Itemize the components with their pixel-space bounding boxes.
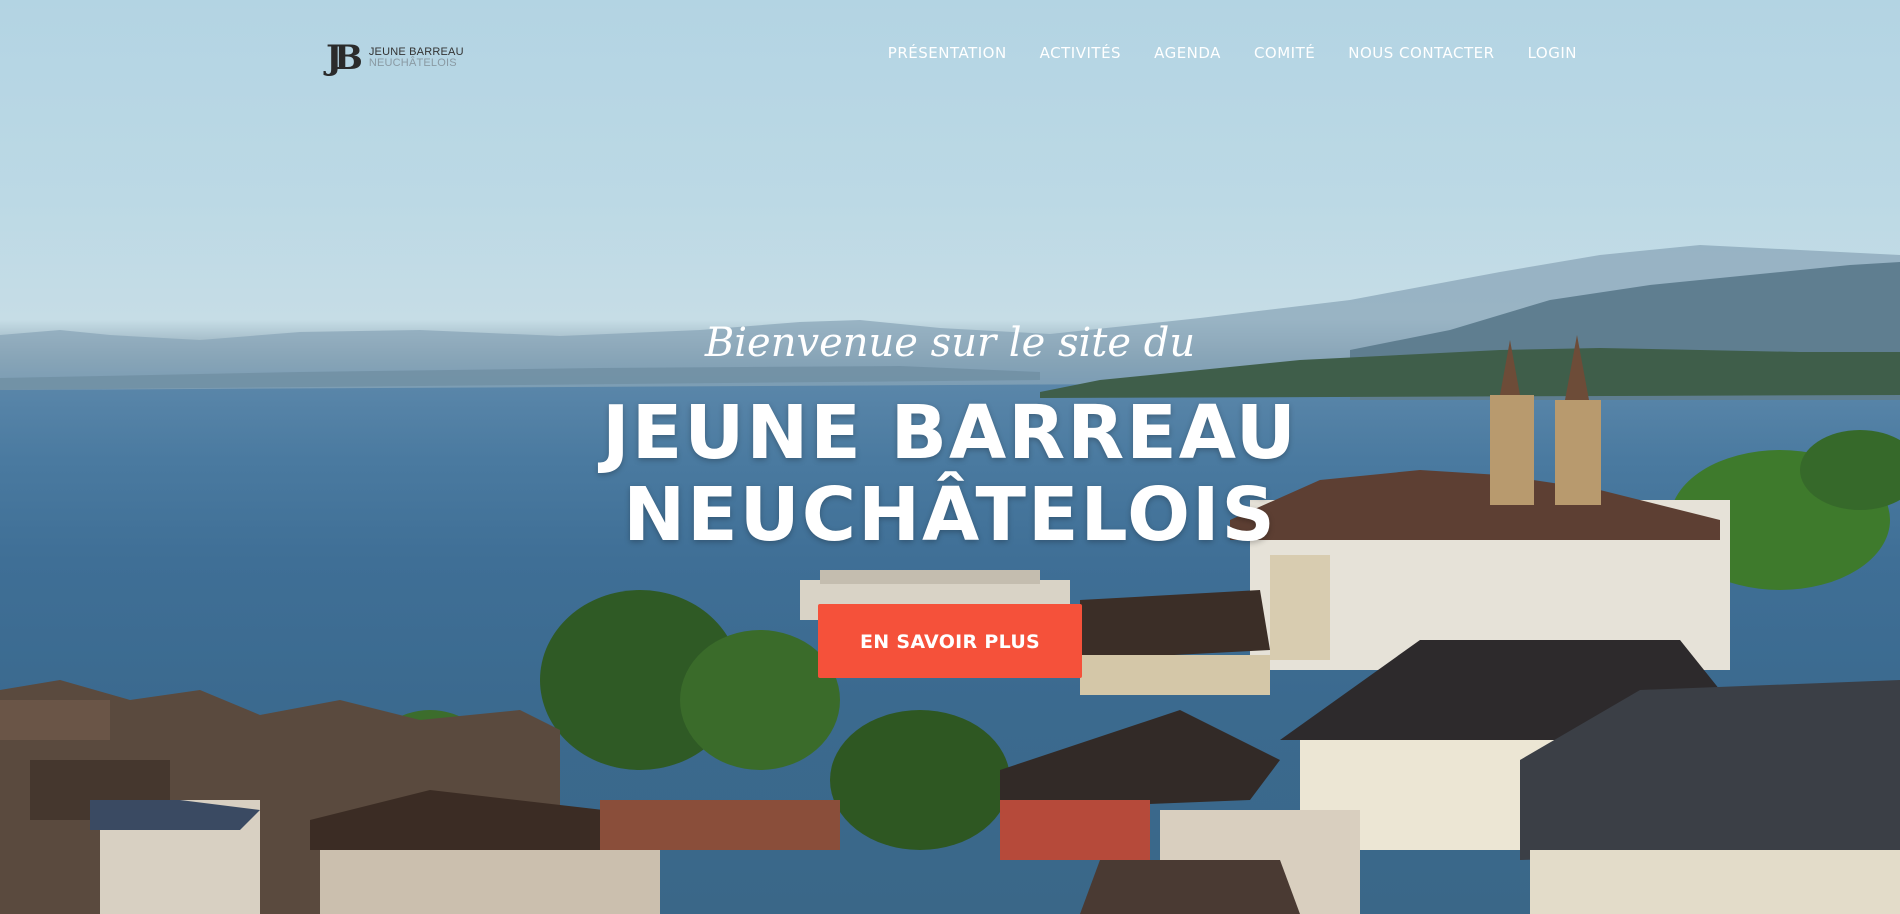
jb-monogram-icon: JB — [326, 38, 363, 78]
hero-content: Bienvenue sur le site du JEUNE BARREAU N… — [0, 320, 1900, 678]
hero-subtitle: Bienvenue sur le site du — [704, 320, 1196, 366]
menu-item-presentation[interactable]: PRÉSENTATION — [888, 44, 1007, 62]
logo-text: JEUNE BARREAU NEUCHÂTELOIS — [369, 47, 464, 69]
menu-item-login[interactable]: LOGIN — [1528, 44, 1577, 62]
en-savoir-plus-button[interactable]: EN SAVOIR PLUS — [818, 604, 1082, 678]
logo-line-2: NEUCHÂTELOIS — [368, 57, 457, 69]
hero-title-line-2: NEUCHÂTELOIS — [623, 472, 1277, 558]
menu-item-comite[interactable]: COMITÉ — [1254, 44, 1315, 62]
menu-item-agenda[interactable]: AGENDA — [1154, 44, 1221, 62]
site-logo[interactable]: JB JEUNE BARREAU NEUCHÂTELOIS — [326, 40, 464, 76]
hero-title: JEUNE BARREAU NEUCHÂTELOIS — [0, 392, 1900, 556]
menu-item-nous-contacter[interactable]: NOUS CONTACTER — [1348, 44, 1494, 62]
hero-section: JB JEUNE BARREAU NEUCHÂTELOIS PRÉSENTATI… — [0, 0, 1900, 914]
top-navigation: JB JEUNE BARREAU NEUCHÂTELOIS PRÉSENTATI… — [0, 0, 1900, 108]
hero-title-line-1: JEUNE BARREAU — [602, 390, 1298, 476]
main-menu: PRÉSENTATION ACTIVITÉS AGENDA COMITÉ NOU… — [888, 44, 1577, 62]
menu-item-activites[interactable]: ACTIVITÉS — [1040, 44, 1121, 62]
